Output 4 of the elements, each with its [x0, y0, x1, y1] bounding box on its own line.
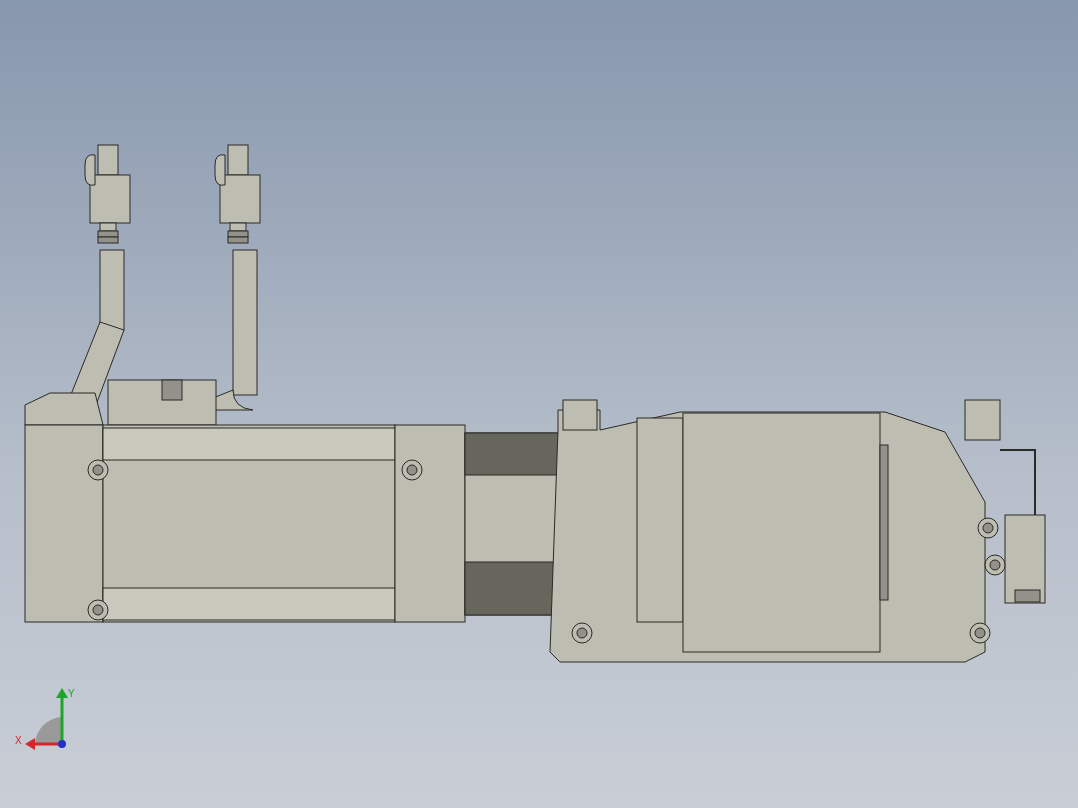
cad-viewport[interactable]: X Y [0, 0, 1078, 808]
y-axis-label: Y [68, 688, 75, 699]
axis-triad-icon [25, 688, 68, 750]
x-axis-label: X [15, 735, 22, 746]
